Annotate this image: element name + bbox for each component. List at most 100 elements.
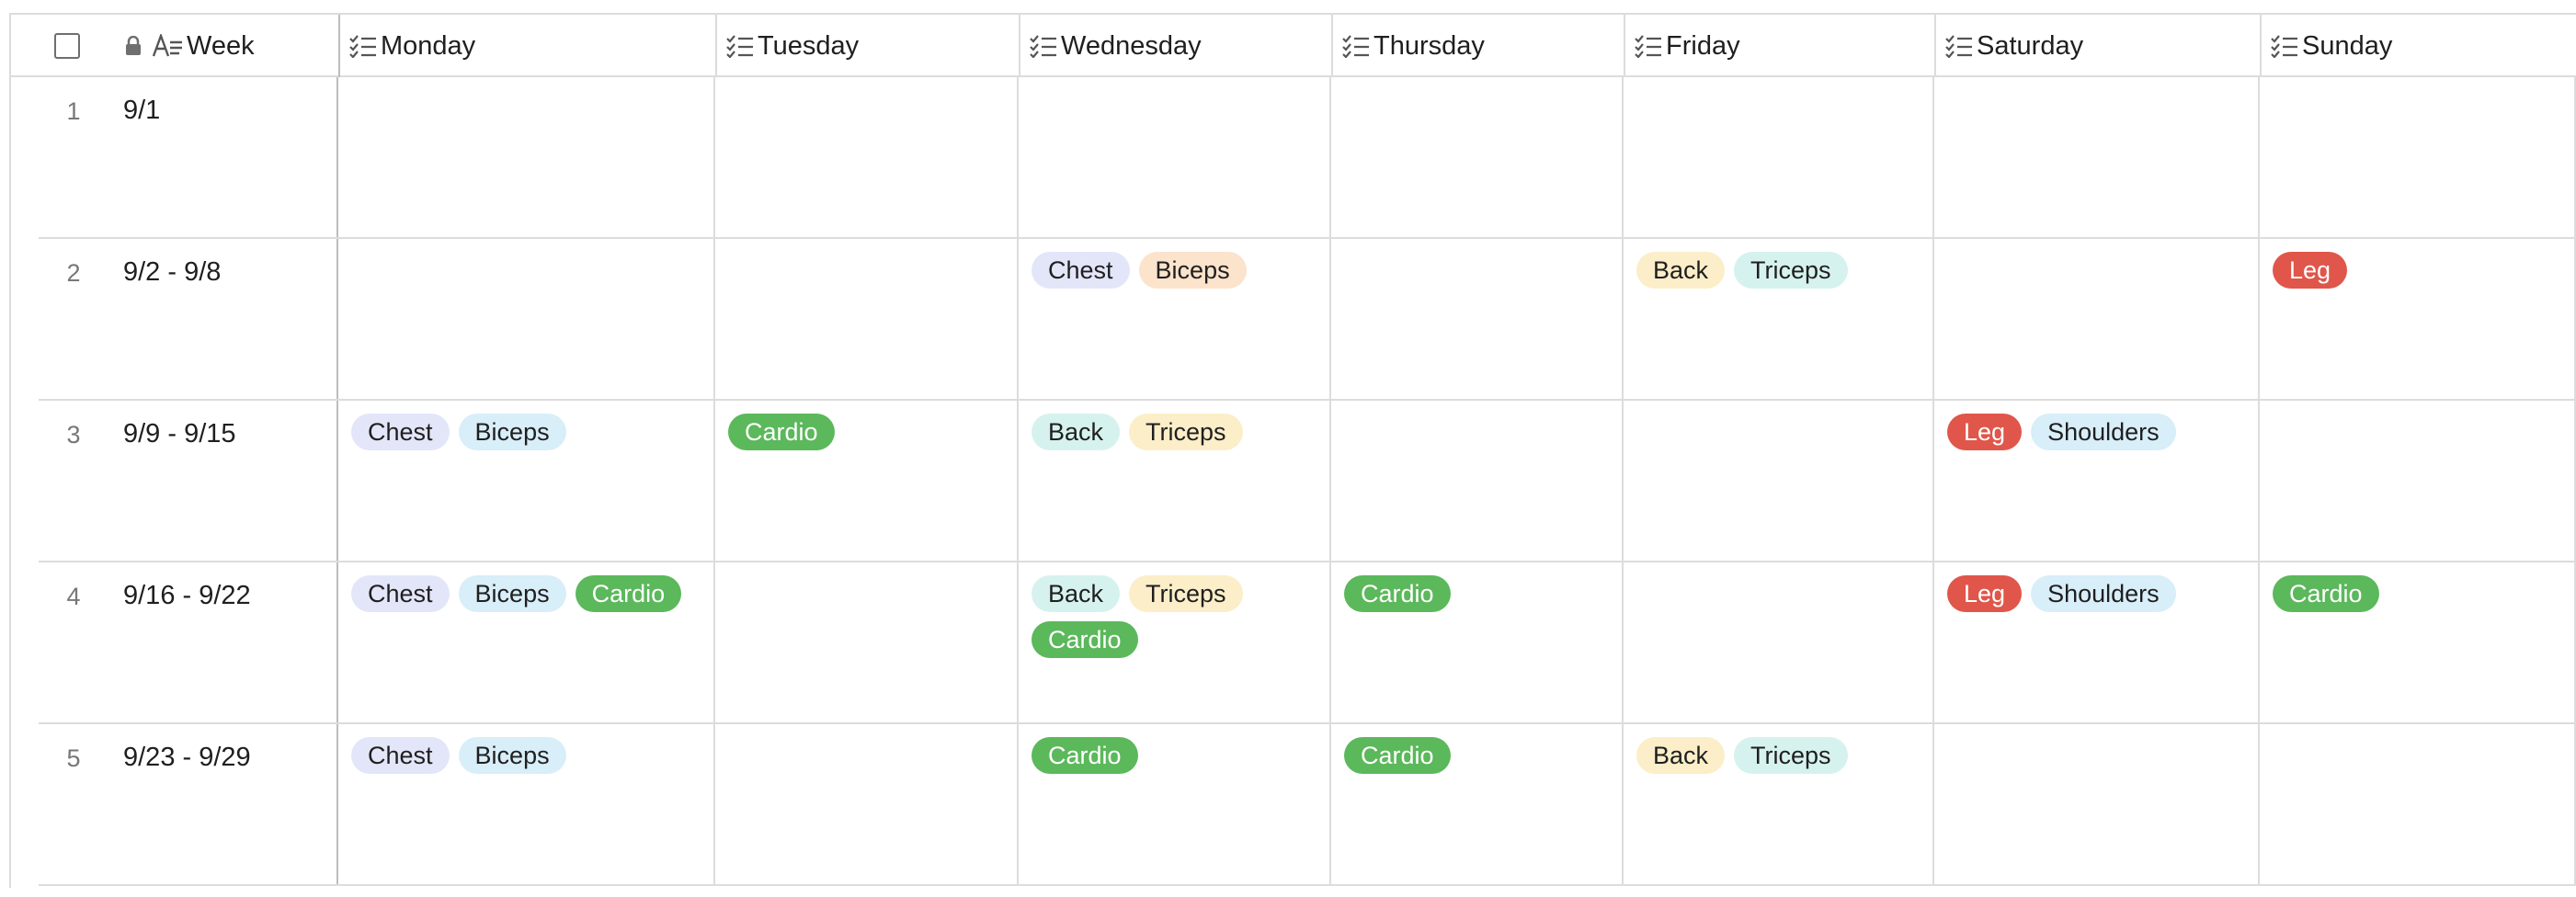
day-cell-thursday[interactable] [1331,239,1624,399]
tag-chest[interactable]: Chest [1032,252,1130,289]
tag-list: Chest Biceps [351,414,704,450]
column-header-week[interactable]: Week [11,15,340,77]
tag-cardio[interactable]: Cardio [1032,621,1138,658]
day-cell-wednesday[interactable]: Back Triceps [1019,401,1331,561]
tag-leg[interactable]: Leg [1947,575,2023,612]
tag-leg[interactable]: Leg [2273,252,2348,289]
week-value: 9/1 [123,96,161,125]
week-value: 9/23 - 9/29 [123,743,251,772]
week-cell[interactable]: 9/16 - 9/22 [39,562,338,722]
day-cell-friday[interactable]: Back Triceps [1624,724,1934,884]
column-label-week: Week [187,30,255,61]
checklist-icon [726,34,754,58]
checklist-icon [1635,34,1662,58]
tag-chest[interactable]: Chest [351,414,450,450]
day-cell-sunday[interactable]: Cardio [2260,562,2576,722]
tag-chest[interactable]: Chest [351,737,450,774]
lock-icon [124,36,142,56]
day-cell-saturday[interactable] [1934,724,2260,884]
checklist-icon [1030,34,1057,58]
tag-triceps[interactable]: Triceps [1129,414,1243,450]
week-cell[interactable]: 9/9 - 9/15 [39,401,338,561]
column-header-saturday[interactable]: Saturday [1936,15,2262,77]
day-cell-saturday[interactable]: Leg Shoulders [1934,562,2260,722]
table-row: 2 9/2 - 9/8 Chest Biceps Back Triceps Leg [39,239,2576,401]
checklist-icon [2271,34,2298,58]
day-cell-saturday[interactable] [1934,77,2260,237]
day-cell-tuesday[interactable] [715,724,1019,884]
column-label: Monday [381,30,476,61]
tag-list: Chest Biceps [351,737,704,774]
day-cell-monday[interactable] [338,77,715,237]
column-header-friday[interactable]: Friday [1625,15,1936,77]
tag-cardio[interactable]: Cardio [1344,737,1451,774]
tag-triceps[interactable]: Triceps [1734,252,1848,289]
column-label: Tuesday [758,30,860,61]
day-cell-friday[interactable] [1624,77,1934,237]
day-cell-saturday[interactable] [1934,239,2260,399]
table-row: 1 9/1 [39,77,2576,239]
table-row: 5 9/23 - 9/29 Chest Biceps Cardio Cardio Back T… [39,724,2576,886]
tag-biceps[interactable]: Biceps [458,575,566,612]
tag-cardio[interactable]: Cardio [2273,575,2379,612]
day-cell-tuesday[interactable] [715,562,1019,722]
day-cell-wednesday[interactable] [1019,77,1331,237]
tag-chest[interactable]: Chest [351,575,450,612]
day-cell-friday[interactable] [1624,401,1934,561]
tag-list: Cardio [1344,575,1613,612]
day-cell-thursday[interactable] [1331,401,1624,561]
table-header: Week Monday Tuesday Wednesday Thursday Frida… [9,13,2576,77]
column-header-thursday[interactable]: Thursday [1333,15,1625,77]
week-value: 9/2 - 9/8 [123,257,222,287]
tag-biceps[interactable]: Biceps [458,414,566,450]
tag-back[interactable]: Back [1032,414,1121,450]
day-cell-thursday[interactable]: Cardio [1331,724,1624,884]
column-header-monday[interactable]: Monday [340,15,717,77]
tag-back[interactable]: Back [1636,252,1726,289]
day-cell-monday[interactable]: Chest Biceps [338,724,715,884]
tag-shoulders[interactable]: Shoulders [2031,414,2176,450]
tag-list: Back Triceps [1636,252,1923,289]
tag-cardio[interactable]: Cardio [1344,575,1451,612]
tag-triceps[interactable]: Triceps [1734,737,1848,774]
tag-shoulders[interactable]: Shoulders [2031,575,2176,612]
column-header-wednesday[interactable]: Wednesday [1020,15,1333,77]
tag-leg[interactable]: Leg [1947,414,2023,450]
tag-cardio[interactable]: Cardio [1032,737,1138,774]
week-value: 9/9 - 9/15 [123,419,236,448]
day-cell-wednesday[interactable]: Chest Biceps [1019,239,1331,399]
day-cell-sunday[interactable] [2260,724,2576,884]
day-cell-wednesday[interactable]: Cardio [1019,724,1331,884]
tag-list: Cardio [1032,737,1320,774]
tag-back[interactable]: Back [1032,575,1121,612]
day-cell-tuesday[interactable] [715,77,1019,237]
tag-back[interactable]: Back [1636,737,1726,774]
tag-list: Leg Shoulders [1947,414,2249,450]
week-cell[interactable]: 9/2 - 9/8 [39,239,338,399]
tag-list: Leg Shoulders [1947,575,2249,612]
tag-triceps[interactable]: Triceps [1129,575,1243,612]
day-cell-tuesday[interactable]: Cardio [715,401,1019,561]
day-cell-sunday[interactable] [2260,77,2576,237]
column-header-tuesday[interactable]: Tuesday [717,15,1020,77]
column-label: Saturday [1977,30,2084,61]
day-cell-sunday[interactable] [2260,401,2576,561]
day-cell-wednesday[interactable]: Back Triceps Cardio [1019,562,1331,722]
column-header-sunday[interactable]: Sunday [2262,15,2576,77]
tag-cardio[interactable]: Cardio [575,575,682,612]
day-cell-friday[interactable]: Back Triceps [1624,239,1934,399]
day-cell-monday[interactable] [338,239,715,399]
day-cell-thursday[interactable]: Cardio [1331,562,1624,722]
day-cell-friday[interactable] [1624,562,1934,722]
day-cell-monday[interactable]: Chest Biceps [338,401,715,561]
day-cell-monday[interactable]: Chest Biceps Cardio [338,562,715,722]
day-cell-thursday[interactable] [1331,77,1624,237]
tag-cardio[interactable]: Cardio [728,414,835,450]
tag-biceps[interactable]: Biceps [1138,252,1247,289]
week-cell[interactable]: 9/23 - 9/29 [39,724,338,884]
day-cell-sunday[interactable]: Leg [2260,239,2576,399]
day-cell-tuesday[interactable] [715,239,1019,399]
week-cell[interactable]: 9/1 [39,77,338,237]
day-cell-saturday[interactable]: Leg Shoulders [1934,401,2260,561]
tag-biceps[interactable]: Biceps [458,737,566,774]
